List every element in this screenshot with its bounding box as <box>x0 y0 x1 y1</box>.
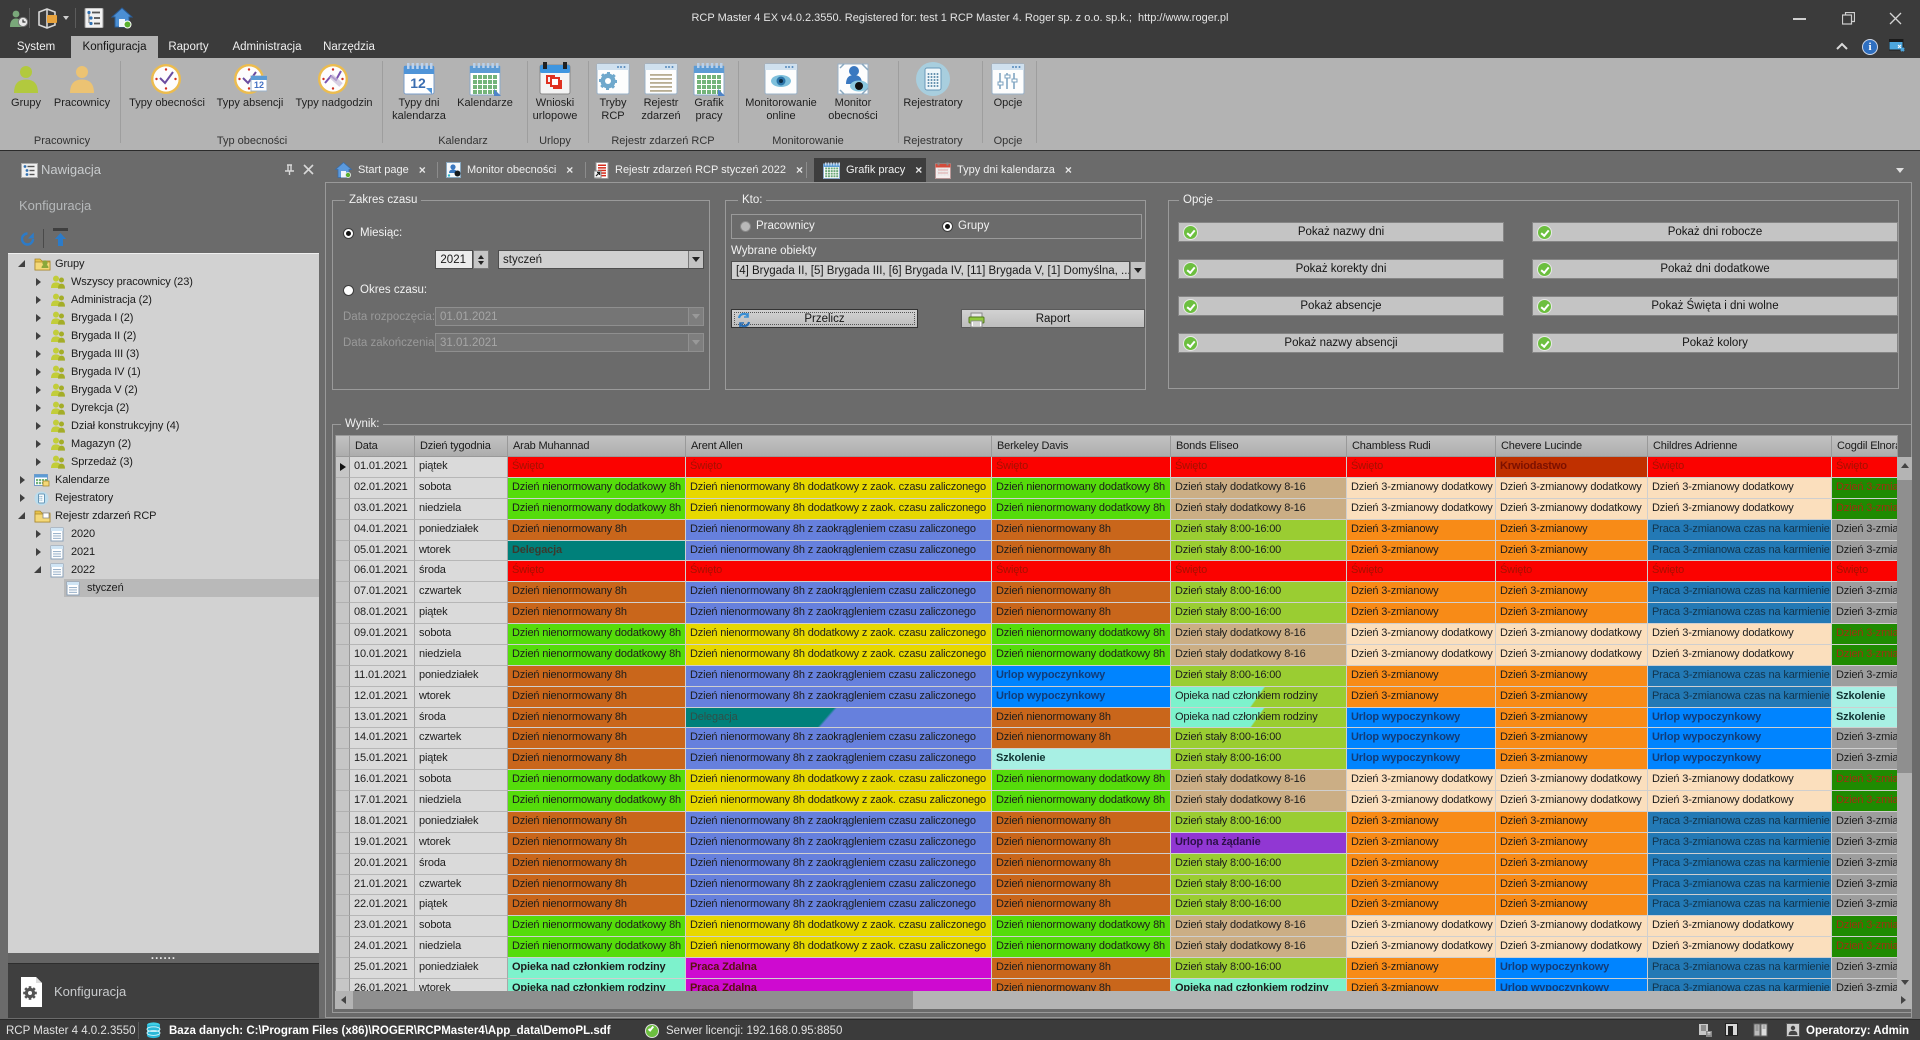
svg-text:12: 12 <box>410 75 426 91</box>
svg-text:12: 12 <box>254 80 264 90</box>
